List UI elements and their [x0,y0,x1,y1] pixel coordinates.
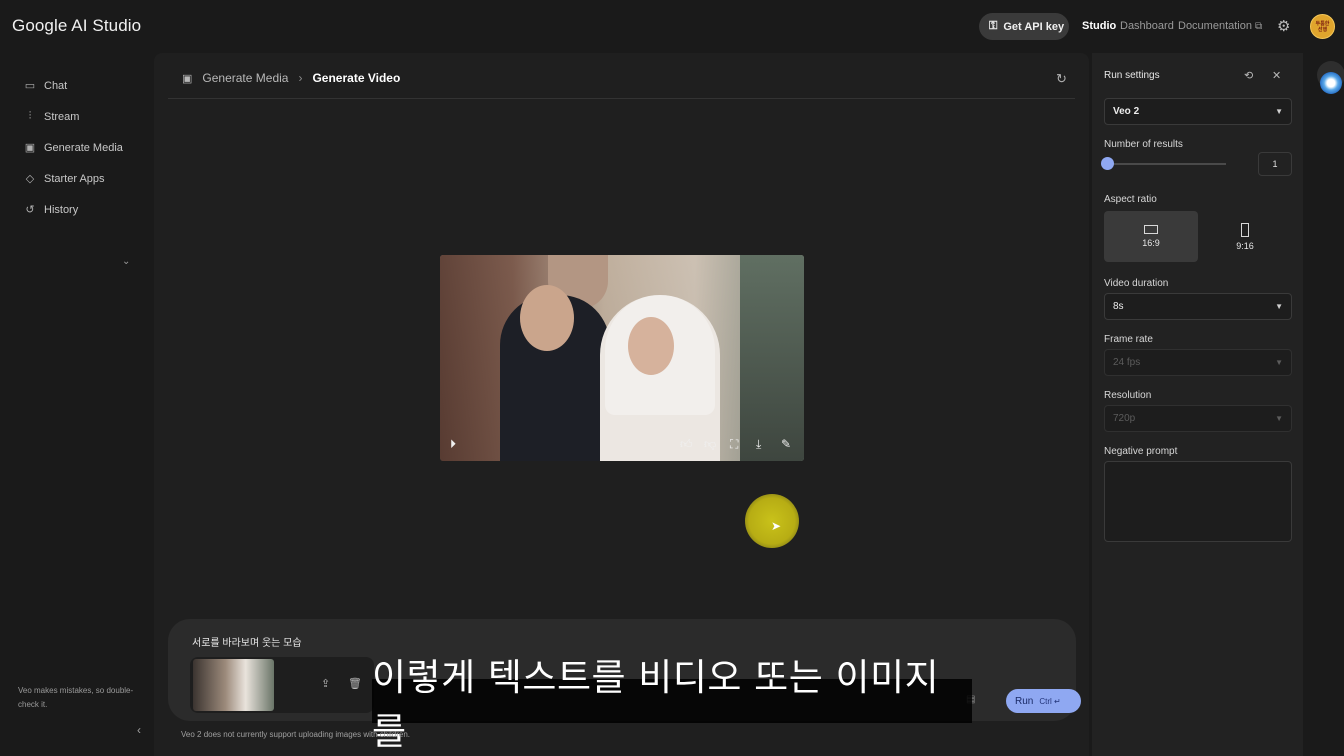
extend-icon[interactable]: ✎ [781,437,791,451]
top-bar: Google AI Studio ⚿ Get API key Studio Da… [0,0,1344,52]
header-divider [168,98,1075,99]
aspect-option-9-16[interactable]: 9:16 [1198,211,1292,262]
video-subtitle-overlay: 이렇게 텍스트를 비디오 또는 이미지를 [372,656,972,753]
right-toolbar [1305,53,1344,756]
download-icon[interactable]: ⤓ [756,437,761,452]
negative-prompt-label: Negative prompt [1104,446,1178,457]
play-icon[interactable]: ⏵ [450,437,456,452]
chevron-right-icon: › [298,71,303,85]
aspect-option-16-9[interactable]: 16:9 [1104,211,1198,262]
model-select[interactable]: Veo 2 ▼ [1104,98,1292,125]
avatar-text: 두툼한 선행 [1315,20,1330,33]
sidebar-item-starter-apps[interactable]: ◇ Starter Apps [24,172,105,186]
run-settings-title: Run settings [1104,70,1160,81]
number-of-results-input[interactable]: 1 [1258,152,1292,176]
video-figure-groom-face [520,285,574,351]
sidebar-item-chat[interactable]: ▭ Chat [24,79,68,93]
aspect-option-label: 9:16 [1236,240,1254,251]
app-logo[interactable]: Google AI Studio [12,16,141,36]
caret-down-icon: ▼ [1275,107,1283,116]
nav-dashboard[interactable]: Dashboard [1120,20,1174,32]
frame-rate-label: Frame rate [1104,334,1153,345]
refresh-icon[interactable]: ↻ [1056,71,1067,87]
run-settings-panel: Run settings ⟲ ✕ Veo 2 ▼ Number of resul… [1092,53,1303,756]
veo-disclaimer: Veo makes mistakes, so double-check it. [18,686,134,709]
caret-down-icon: ▼ [1275,414,1283,423]
frame-rate-select: 24 fps ▼ [1104,349,1292,376]
number-of-results-label: Number of results [1104,139,1183,150]
generated-video[interactable]: ⏵ 👍︎ 👎︎ ⛶ ⤓ ✎ [440,255,804,461]
portrait-icon [1241,222,1249,237]
get-api-key-label: Get API key [1003,20,1065,33]
apps-icon: ◇ [25,173,35,185]
upload-icon[interactable]: ⇪ [321,677,330,690]
delete-icon[interactable]: 🗑︎ [348,677,362,690]
caret-down-icon: ▼ [1275,302,1283,311]
assistant-icon[interactable] [1320,72,1342,94]
sidebar-item-label: Generate Media [44,141,123,154]
number-of-results-slider-track[interactable] [1106,163,1226,165]
landscape-icon [1144,225,1158,234]
sidebar-item-label: Stream [44,110,80,123]
get-api-key-button[interactable]: ⚿ Get API key [979,13,1069,40]
video-duration-value: 8s [1113,301,1124,312]
media-icon: ▣ [24,142,36,154]
resolution-select: 720p ▼ [1104,405,1292,432]
sidebar-item-generate-media[interactable]: ▣ Generate Media [24,141,123,155]
sidebar-item-label: Starter Apps [44,172,105,185]
run-shortcut: Ctrl ↵ [1039,696,1061,706]
video-figure-bride-face [628,317,674,375]
sidebar-item-stream[interactable]: ⫶ Stream [24,110,80,123]
resolution-value: 720p [1113,413,1136,424]
chevron-down-icon[interactable]: ⌄ [122,256,130,267]
nav-documentation[interactable]: Documentation ⧉ [1178,20,1262,32]
fullscreen-icon[interactable]: ⛶ [730,437,738,452]
gear-icon[interactable]: ⚙ [1277,17,1290,35]
key-icon: ⚿ [989,20,998,32]
run-button-label: Run [1015,695,1034,707]
avatar[interactable]: 두툼한 선행 [1310,14,1335,39]
page-title: Generate Video [312,71,401,85]
chat-icon: ▭ [24,80,36,92]
stream-icon: ⫶ [28,110,32,122]
breadcrumb-parent[interactable]: Generate Media [202,71,288,85]
prompt-input[interactable]: 서로를 바라보며 웃는 모습 [192,634,302,649]
attached-image-thumbnail[interactable] [193,659,274,711]
external-link-icon: ⧉ [1255,21,1263,32]
thumbs-down-icon[interactable]: 👎︎ [704,437,716,452]
sidebar-item-label: Chat [44,79,68,92]
video-duration-select[interactable]: 8s ▼ [1104,293,1292,320]
negative-prompt-input[interactable] [1104,461,1292,542]
mouse-cursor-icon: ➤ [771,519,782,533]
nav-documentation-label: Documentation [1178,20,1252,32]
media-icon: ▣ [182,72,193,85]
close-icon[interactable]: ✕ [1272,69,1281,82]
sidebar-item-label: History [44,203,79,216]
sidebar-item-history[interactable]: ↺ History [24,203,79,217]
number-of-results-slider-handle[interactable] [1101,157,1114,170]
aspect-ratio-label: Aspect ratio [1104,194,1157,205]
collapse-sidebar-icon[interactable]: ‹ [137,723,141,737]
frame-rate-value: 24 fps [1113,357,1141,368]
resolution-label: Resolution [1104,390,1152,401]
upload-footnote: Veo 2 does not currently support uploadi… [181,730,411,739]
nav-studio[interactable]: Studio [1082,20,1116,32]
aspect-option-label: 16:9 [1142,238,1160,248]
caret-down-icon: ▼ [1275,358,1283,367]
reset-settings-icon[interactable]: ⟲ [1244,69,1253,82]
video-controls: ⏵ 👍︎ 👎︎ ⛶ ⤓ ✎ [440,431,804,461]
video-duration-label: Video duration [1104,278,1169,289]
run-button[interactable]: Run Ctrl ↵ [1006,689,1081,713]
thumbs-up-icon[interactable]: 👍︎ [680,437,693,452]
breadcrumb: ▣ Generate Media › Generate Video [182,71,400,85]
main-panel: ▣ Generate Media › Generate Video ↻ ⏵ 👍︎… [154,53,1089,756]
sidebar: ▭ Chat ⫶ Stream ▣ Generate Media ◇ Start… [0,52,152,756]
model-select-value: Veo 2 [1113,106,1140,117]
attached-image-card: ⇪ 🗑︎ [190,657,374,713]
history-icon: ↺ [25,204,35,216]
